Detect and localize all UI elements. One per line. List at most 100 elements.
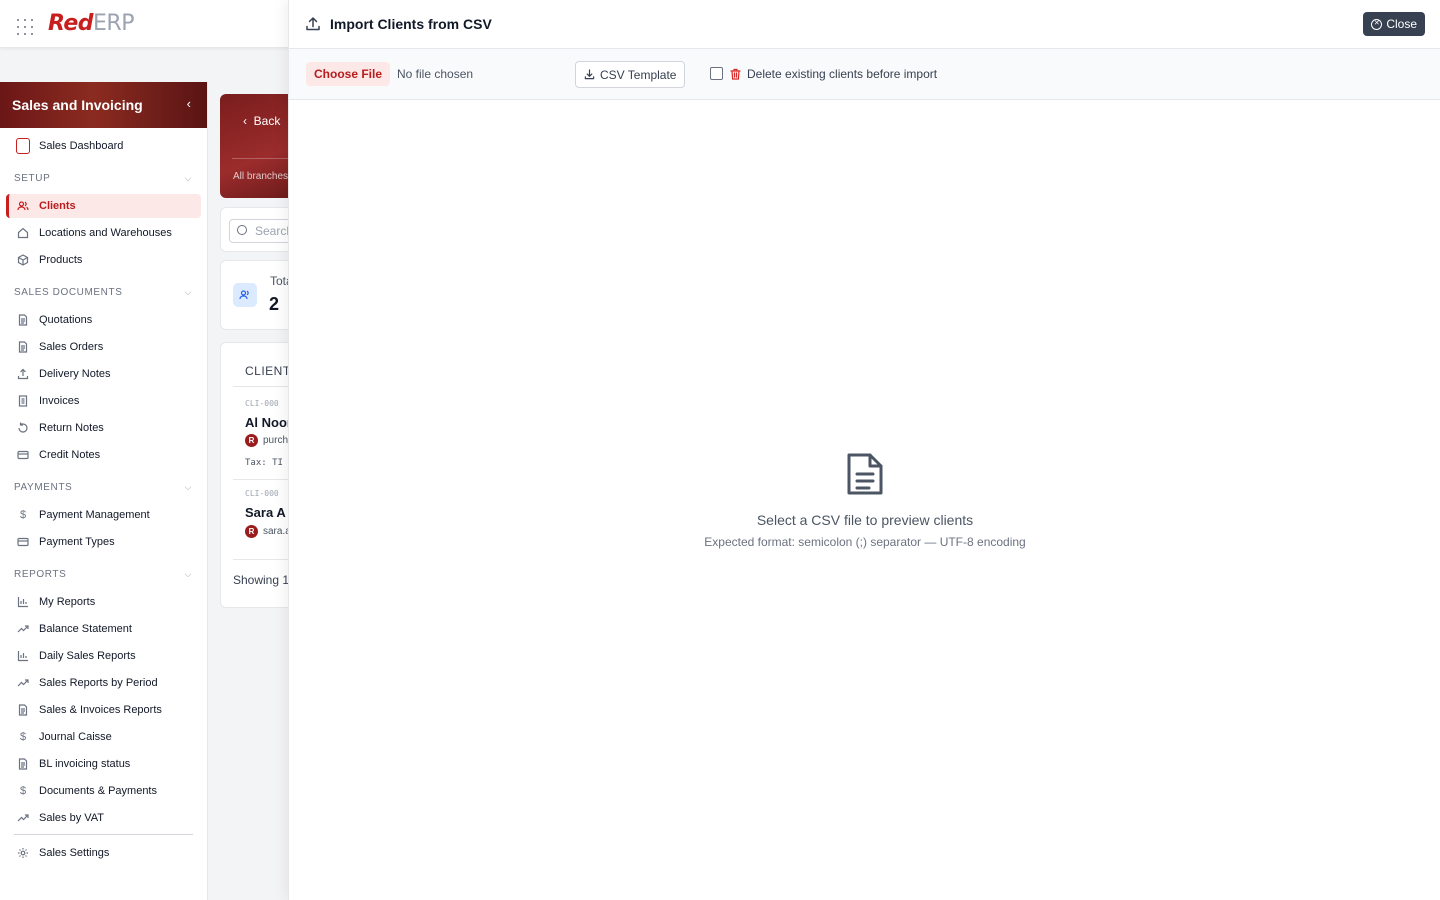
client-code: CLI-000 (245, 489, 279, 498)
sidebar-item-label: Journal Caisse (39, 731, 112, 743)
gear-icon (16, 846, 30, 860)
upload-icon (305, 16, 321, 32)
panel-title: Import Clients from CSV (330, 16, 492, 32)
client-code: CLI-000 (245, 399, 279, 408)
delete-existing-label[interactable]: Delete existing clients before import (747, 67, 937, 81)
credit-card-icon (16, 535, 30, 549)
trash-icon (730, 67, 741, 80)
sidebar-item-label: Quotations (39, 314, 93, 326)
sidebar-item-sales-reports-by-period[interactable]: Sales Reports by Period (6, 671, 201, 695)
sidebar-item-label: Payment Management (39, 509, 150, 521)
close-icon: ✕ (1371, 18, 1383, 30)
client-email: purch (263, 435, 289, 446)
sidebar-divider (14, 834, 193, 835)
sidebar-item-clients[interactable]: Clients (6, 194, 201, 218)
document-icon (16, 340, 30, 354)
client-name[interactable]: Sara A (245, 505, 286, 520)
sidebar-item-label: Sales by VAT (39, 812, 105, 824)
document-icon (16, 757, 30, 771)
empty-state-subtitle: Expected format: semicolon (;) separator… (704, 535, 1026, 549)
trending-up-icon (16, 676, 30, 690)
sidebar-item-delivery-notes[interactable]: Delivery Notes (6, 362, 201, 386)
sidebar-item-label: Products (39, 254, 83, 266)
sidebar-item-my-reports[interactable]: My Reports (6, 590, 201, 614)
document-icon (16, 313, 30, 327)
sidebar-item-documents-payments[interactable]: $ Documents & Payments (6, 779, 201, 803)
sidebar-item-sales-dashboard[interactable]: Sales Dashboard (6, 134, 201, 158)
bar-chart-icon (16, 649, 30, 663)
users-icon (16, 199, 30, 213)
sidebar: Sales and Invoicing ‹ Sales Dashboard SE… (0, 82, 208, 900)
empty-state-title: Select a CSV file to preview clients (756, 512, 974, 528)
client-badge: R (245, 434, 258, 447)
chevron-down-icon: ⌵ (184, 568, 192, 579)
close-button[interactable]: ✕ Close (1363, 12, 1425, 36)
sidebar-item-label: Return Notes (39, 422, 104, 434)
sidebar-item-label: Balance Statement (39, 623, 132, 635)
rotate-ccw-icon (16, 421, 30, 435)
choose-file-button[interactable]: Choose File (306, 62, 391, 86)
app-logo[interactable]: RedERP (48, 11, 134, 36)
sidebar-item-invoices[interactable]: Invoices (6, 389, 201, 413)
users-icon (233, 283, 257, 307)
sidebar-item-locations[interactable]: Locations and Warehouses (6, 221, 201, 245)
import-clients-panel: Import Clients from CSV ✕ Close Choose F… (288, 0, 1440, 900)
sidebar-item-bl-invoicing-status[interactable]: BL invoicing status (6, 752, 201, 776)
sidebar-item-label: Sales & Invoices Reports (39, 704, 162, 716)
sidebar-item-payment-management[interactable]: $ Payment Management (6, 503, 201, 527)
client-name[interactable]: Al Noor (245, 415, 292, 430)
sidebar-item-payment-types[interactable]: Payment Types (6, 530, 201, 554)
document-icon (16, 703, 30, 717)
sidebar-item-sales-orders[interactable]: Sales Orders (6, 335, 201, 359)
section-setup[interactable]: SETUP ⌵ (14, 170, 194, 186)
dollar-icon: $ (19, 509, 27, 521)
sidebar-item-label: Sales Reports by Period (39, 677, 158, 689)
back-link[interactable]: ‹ Back (243, 114, 280, 128)
import-toolbar: Choose File No file chosen CSV Template … (289, 49, 1440, 100)
sidebar-item-daily-sales-reports[interactable]: Daily Sales Reports (6, 644, 201, 668)
hero-subtitle: All branches (233, 171, 289, 182)
section-sales-documents[interactable]: SALES DOCUMENTS ⌵ (14, 284, 194, 300)
sidebar-item-label: BL invoicing status (39, 758, 131, 770)
sidebar-item-label: Delivery Notes (39, 368, 111, 380)
home-icon (16, 226, 30, 240)
sidebar-item-label: Credit Notes (39, 449, 101, 461)
section-reports[interactable]: REPORTS ⌵ (14, 566, 194, 582)
apps-grid-icon[interactable] (17, 19, 33, 35)
section-payments[interactable]: PAYMENTS ⌵ (14, 479, 194, 495)
trending-up-icon (16, 811, 30, 825)
client-badge: R (245, 525, 258, 538)
stat-value: 2 (269, 294, 280, 314)
sidebar-item-sales-invoices-reports[interactable]: Sales & Invoices Reports (6, 698, 201, 722)
delete-existing-checkbox[interactable] (710, 67, 723, 80)
sidebar-item-quotations[interactable]: Quotations (6, 308, 201, 332)
sidebar-item-credit-notes[interactable]: Credit Notes (6, 443, 201, 467)
sidebar-item-label: Clients (39, 200, 76, 212)
sidebar-item-label: Invoices (39, 395, 80, 407)
invoice-icon (16, 394, 30, 408)
client-email: sara.a (263, 526, 291, 537)
sidebar-item-return-notes[interactable]: Return Notes (6, 416, 201, 440)
csv-template-button[interactable]: CSV Template (575, 61, 686, 88)
sidebar-item-sales-settings[interactable]: Sales Settings (6, 841, 201, 865)
sidebar-item-label: Locations and Warehouses (39, 227, 172, 239)
pagination-info: Showing 1 (233, 573, 290, 587)
sidebar-item-journal-caisse[interactable]: $ Journal Caisse (6, 725, 201, 749)
bar-chart-icon (16, 595, 30, 609)
panel-header: Import Clients from CSV ✕ Close (289, 0, 1440, 49)
client-tax: Tax: TI (245, 458, 283, 468)
sidebar-item-products[interactable]: Products (6, 248, 201, 272)
sidebar-item-label: Sales Orders (39, 341, 104, 353)
sidebar-item-label: Sales Settings (39, 847, 110, 859)
dollar-icon: $ (19, 785, 27, 797)
sidebar-item-label: My Reports (39, 596, 96, 608)
sidebar-header: Sales and Invoicing ‹ (0, 82, 207, 128)
box-icon (16, 253, 30, 267)
credit-card-icon (16, 448, 30, 462)
sidebar-item-balance-statement[interactable]: Balance Statement (6, 617, 201, 641)
file-status: No file chosen (397, 67, 474, 81)
collapse-sidebar-icon[interactable]: ‹ (187, 96, 191, 111)
sidebar-item-sales-by-vat[interactable]: Sales by VAT (6, 806, 201, 830)
sidebar-item-label: Documents & Payments (39, 785, 157, 797)
sidebar-title: Sales and Invoicing (12, 97, 143, 113)
